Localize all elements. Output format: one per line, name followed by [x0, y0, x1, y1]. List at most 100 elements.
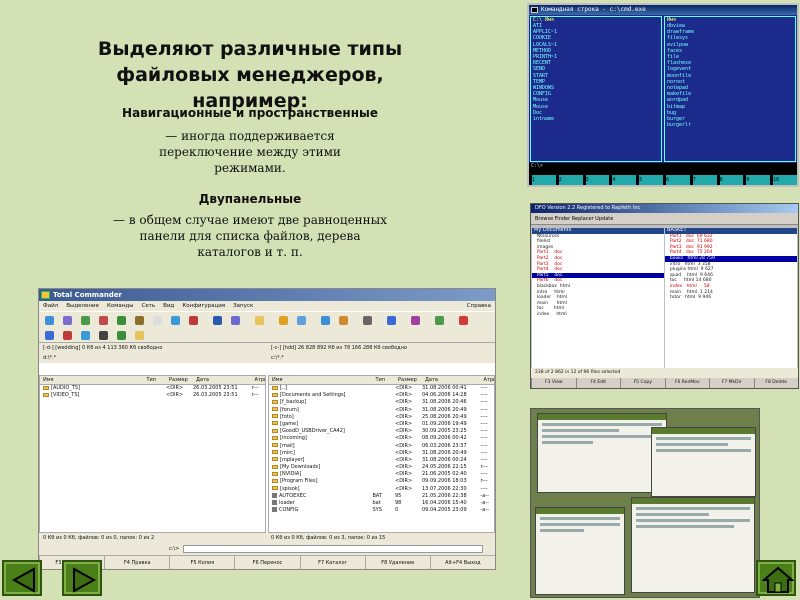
tc-cell-ext [373, 450, 396, 457]
tc-fkey-exit[interactable]: Alt+F4 Выход [429, 556, 495, 569]
sync-icon[interactable] [189, 316, 198, 325]
tc-fkey-delete[interactable]: F8 Удаление [364, 556, 430, 569]
move-icon[interactable] [231, 316, 240, 325]
tc-file-row[interactable]: [Documents and Settings] <DIR> 04.06.2006 … [269, 392, 494, 399]
folder-icon [272, 450, 278, 455]
tc-fkey-edit[interactable]: F4 Правка [104, 556, 169, 569]
terminal-icon[interactable] [363, 316, 372, 325]
pack-icon[interactable] [135, 316, 144, 325]
tc-menu-item[interactable]: Выделение [66, 301, 99, 311]
tc-col-attr[interactable]: Атрибуты [252, 376, 266, 384]
tc-file-row[interactable]: loader bat 98 16.04.2006 15:40 -a-- [269, 500, 494, 507]
tc-file-row[interactable]: [NVIDIA] <DIR> 21.06.2005 02:40 ---- [269, 471, 494, 478]
refresh-icon[interactable] [45, 316, 54, 325]
tc-col-name[interactable]: Имя [40, 376, 144, 384]
dfo-fkey[interactable]: F8 Delete [753, 378, 799, 388]
tc-file-row[interactable]: [mplayer] <DIR> 31.08.2006 00:24 ---- [269, 457, 494, 464]
tc-cell-date: 25.08.2006 20:49 [422, 413, 467, 420]
tc-col-type[interactable]: Тип [144, 376, 167, 384]
settings-icon[interactable] [387, 316, 396, 325]
tc-file-row[interactable]: [VIDEO_TS] <DIR> 26.03.2005 23:51 r--- [40, 392, 265, 399]
tc-col-type[interactable]: Тип [373, 376, 396, 384]
tc-menu-item[interactable]: Запуск [233, 301, 253, 311]
tc-file-row[interactable]: CONFIG SYS 0 09.04.2005 23:09 -a-- [269, 507, 494, 514]
tc-status-bar: 0 Кб из 0 Кб, файлов: 0 из 0, папок: 0 и… [39, 533, 495, 543]
filter-icon[interactable] [117, 316, 126, 325]
tc-file-row[interactable]: [My Downloads] <DIR> 24.05.2006 22:15 r--- [269, 464, 494, 471]
dfo-fkey[interactable]: F7 MkDir [709, 378, 754, 388]
tc-menu-item[interactable]: Файл [43, 301, 58, 311]
view-icon[interactable] [63, 316, 72, 325]
folder-icon[interactable] [255, 316, 264, 325]
tc-cell-ext [373, 471, 396, 478]
tc-cmd-input[interactable] [183, 544, 484, 553]
tc-col-name[interactable]: Имя [269, 376, 373, 384]
ftp-icon[interactable] [171, 316, 180, 325]
tc-col-date[interactable]: Дата [193, 376, 252, 384]
tc-file-row[interactable]: [game] <DIR> 01.09.2006 19:49 ---- [269, 421, 494, 428]
tree-icon[interactable] [81, 316, 90, 325]
unpack-icon[interactable] [153, 316, 162, 325]
dfo-fkey[interactable]: F4 Edit [575, 378, 621, 388]
tc-cell-ext [373, 407, 396, 414]
tc-menu-item[interactable]: Конфигурация [182, 301, 225, 311]
tc-col-size[interactable]: Размер [395, 376, 422, 384]
network-icon[interactable] [339, 316, 348, 325]
tc-file-row[interactable]: [incoming] <DIR> 08.09.2006 00:42 ---- [269, 435, 494, 442]
tc-fkey-copy[interactable]: F5 Копия [169, 556, 234, 569]
spatial-window [537, 413, 667, 493]
compare-icon[interactable] [435, 316, 444, 325]
tc-menu-item[interactable]: Вид [163, 301, 174, 311]
tc-file-row[interactable]: [Program Files] <DIR> 09.09.2006 18:03 r--- [269, 478, 494, 485]
tc-cell-name: [forum] [269, 407, 373, 414]
tc-left-drive[interactable]: [-d-] [wedding] 0 Кб из 4 113 360 Кб сво… [39, 343, 267, 353]
section-body-navigation: — иногда поддерживается переключение меж… [159, 129, 341, 175]
tc-file-row[interactable]: [mail] <DIR> 06.03.2006 23:37 ---- [269, 443, 494, 450]
exit-icon[interactable] [459, 316, 468, 325]
cd-icon[interactable] [63, 331, 72, 340]
tc-file-row[interactable]: [spisok] <DIR> 13.07.2006 22:30 ---- [269, 486, 494, 493]
tc-file-row[interactable]: [..] <DIR> 31.08.2006 00:41 ---- [269, 385, 494, 392]
tc-file-row[interactable]: [mirc] <DIR> 31.08.2006 20:49 ---- [269, 450, 494, 457]
tc-file-row[interactable]: [f_backup] <DIR> 31.08.2006 20:46 ---- [269, 399, 494, 406]
home-button[interactable] [756, 560, 796, 596]
printer-icon[interactable] [99, 331, 108, 340]
dfo-fkey[interactable]: F6 RenMov [664, 378, 710, 388]
next-slide-button[interactable] [62, 560, 102, 596]
tc-file-row[interactable]: [foto] <DIR> 25.08.2006 20:49 ---- [269, 414, 494, 421]
tc-cell-date: 26.03.2005 23:51 [193, 392, 238, 399]
tc-file-row[interactable]: [forum] <DIR> 31.08.2006 20:49 ---- [269, 407, 494, 414]
tc-menu-item[interactable]: Сеть [142, 301, 156, 311]
sort-icon[interactable] [99, 316, 108, 325]
tc-file-row[interactable]: AUTOEXEC BAT 95 21.05.2006 22:38 -a-- [269, 492, 494, 500]
plugin-icon[interactable] [411, 316, 420, 325]
section-title-navigation: Навигационные и пространственные [122, 106, 378, 120]
tc-left-panel[interactable]: Имя Тип Размер Дата Атрибуты [AUDIO_TS] <… [39, 375, 266, 533]
tc-column-headers: Имя Тип Размер Дата Атрибуты [40, 376, 265, 385]
spatial-window [535, 507, 625, 595]
archive-icon[interactable] [135, 331, 144, 340]
tc-col-attr[interactable]: Атрибуты [481, 376, 495, 384]
notes-icon[interactable] [321, 316, 330, 325]
copy-icon[interactable] [213, 316, 222, 325]
dfo-screenshot: DFO Version 2.2 Registered to Rapfeth In… [530, 203, 799, 389]
tc-right-drive[interactable]: [-c-] [hdd] 26 828 892 Кб из 78 166 288 … [267, 343, 495, 353]
tc-col-date[interactable]: Дата [422, 376, 481, 384]
tc-menu-item[interactable]: Команды [107, 301, 134, 311]
help-icon[interactable] [117, 331, 126, 340]
tc-fkey-move[interactable]: F6 Перенос [234, 556, 299, 569]
tc-fkey-mkdir[interactable]: F7 Каталог [299, 556, 365, 569]
edit-icon[interactable] [279, 316, 288, 325]
tc-file-row[interactable]: [AUDIO_TS] <DIR> 26.03.2005 23:51 r--- [40, 385, 265, 392]
tc-col-size[interactable]: Размер [166, 376, 193, 384]
tc-menu-help[interactable]: Справка [467, 301, 491, 311]
prev-slide-button[interactable] [2, 560, 42, 596]
dfo-fkey[interactable]: F3 View [531, 378, 576, 388]
tc-right-panel[interactable]: Имя Тип Размер Дата Атрибуты [..] <DIR> 31… [268, 375, 495, 533]
search-icon[interactable] [297, 316, 306, 325]
disk-icon[interactable] [45, 331, 54, 340]
dfo-fkey[interactable]: F5 Copy [620, 378, 665, 388]
tc-file-row[interactable]: [GoodD_USBDriver_CA42] <DIR> 30.09.2005 23… [269, 428, 494, 435]
network-drive-icon[interactable] [81, 331, 90, 340]
dfo-left-pane: My Documents Ntsources filelist images P… [532, 228, 664, 368]
